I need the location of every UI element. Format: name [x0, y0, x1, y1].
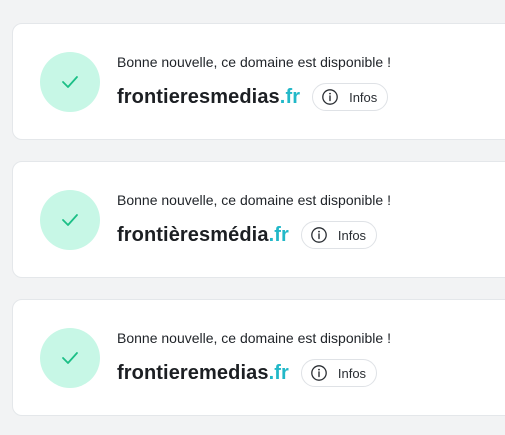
- domain-row: frontieremedias.fr Infos: [117, 358, 378, 388]
- domain-name: frontieresmedias.fr: [117, 86, 300, 109]
- domain-result-card: Bonne nouvelle, ce domaine est disponibl…: [12, 299, 505, 416]
- check-icon: [62, 214, 78, 226]
- availability-message: Bonne nouvelle, ce domaine est disponibl…: [117, 192, 391, 208]
- domain-row: frontieresmedias.fr Infos: [117, 82, 389, 112]
- domain-name: frontieremedias.fr: [117, 362, 289, 385]
- domain-tld: .fr: [268, 223, 289, 246]
- domain-result-card: Bonne nouvelle, ce domaine est disponibl…: [12, 23, 505, 140]
- infos-button[interactable]: Infos: [312, 83, 389, 111]
- domain-row: frontièresmédia.fr Infos: [117, 220, 378, 250]
- domain-tld: .fr: [279, 85, 301, 108]
- infos-button-label: Infos: [337, 227, 367, 243]
- domain-name: frontièresmédia.fr: [117, 224, 289, 247]
- infos-button-label: Infos: [337, 365, 367, 381]
- availability-message: Bonne nouvelle, ce domaine est disponibl…: [117, 54, 391, 70]
- check-icon: [62, 76, 78, 88]
- available-status-badge: [40, 328, 100, 388]
- domain-result-card: Bonne nouvelle, ce domaine est disponibl…: [12, 161, 505, 278]
- info-icon: [310, 364, 328, 382]
- infos-button-label: Infos: [349, 89, 378, 105]
- domain-label: frontieremedias: [117, 361, 269, 384]
- domain-tld: .fr: [268, 361, 289, 384]
- availability-message: Bonne nouvelle, ce domaine est disponibl…: [117, 330, 391, 346]
- available-status-badge: [40, 190, 100, 250]
- available-status-badge: [40, 52, 100, 112]
- domain-label: frontièresmédia: [117, 223, 269, 246]
- info-icon: [321, 88, 339, 106]
- check-icon: [62, 352, 78, 364]
- infos-button[interactable]: Infos: [300, 359, 378, 387]
- infos-button[interactable]: Infos: [300, 221, 378, 249]
- domain-label: frontieresmedias: [117, 85, 280, 108]
- info-icon: [310, 226, 328, 244]
